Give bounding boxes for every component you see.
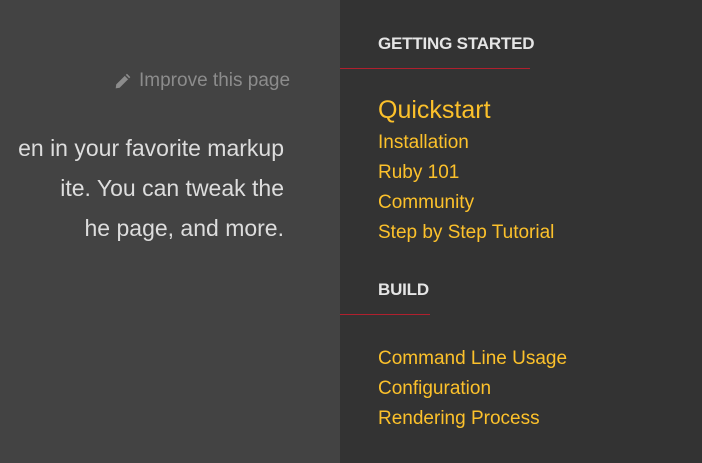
body-line: en in your favorite markup — [18, 135, 284, 161]
main-content: Improve this page en in your favorite ma… — [0, 0, 340, 463]
page: Improve this page en in your favorite ma… — [0, 0, 702, 463]
nav-item-configuration[interactable]: Configuration — [378, 374, 567, 404]
improve-page-label: Improve this page — [139, 70, 291, 91]
section-title: GETTING STARTED — [378, 34, 535, 53]
section-divider — [340, 314, 430, 315]
sidebar-section-build: BUILD Command Line Usage Configuration R… — [340, 280, 567, 429]
nav-item-command-line-usage[interactable]: Command Line Usage — [378, 344, 567, 374]
nav-item-rendering-process[interactable]: Rendering Process — [378, 404, 567, 434]
nav-item-quickstart[interactable]: Quickstart — [378, 92, 554, 128]
section-divider — [340, 68, 530, 69]
nav-item-ruby-101[interactable]: Ruby 101 — [378, 158, 554, 188]
pencil-icon — [115, 73, 131, 89]
docs-sidebar: GETTING STARTED Quickstart Installation … — [340, 0, 702, 463]
nav-list: Quickstart Installation Ruby 101 Communi… — [378, 92, 554, 248]
body-paragraph: en in your favorite markup ite. You can … — [0, 128, 284, 248]
nav-item-community[interactable]: Community — [378, 188, 554, 218]
sidebar-section-getting-started: GETTING STARTED Quickstart Installation … — [340, 34, 554, 243]
body-line: ite. You can tweak the — [60, 175, 284, 201]
nav-item-step-by-step-tutorial[interactable]: Step by Step Tutorial — [378, 218, 554, 248]
nav-list: Command Line Usage Configuration Renderi… — [378, 344, 567, 434]
section-title: BUILD — [378, 280, 429, 299]
improve-page-link[interactable]: Improve this page — [114, 70, 290, 92]
body-line: he page, and more. — [84, 215, 284, 241]
nav-item-installation[interactable]: Installation — [378, 128, 554, 158]
